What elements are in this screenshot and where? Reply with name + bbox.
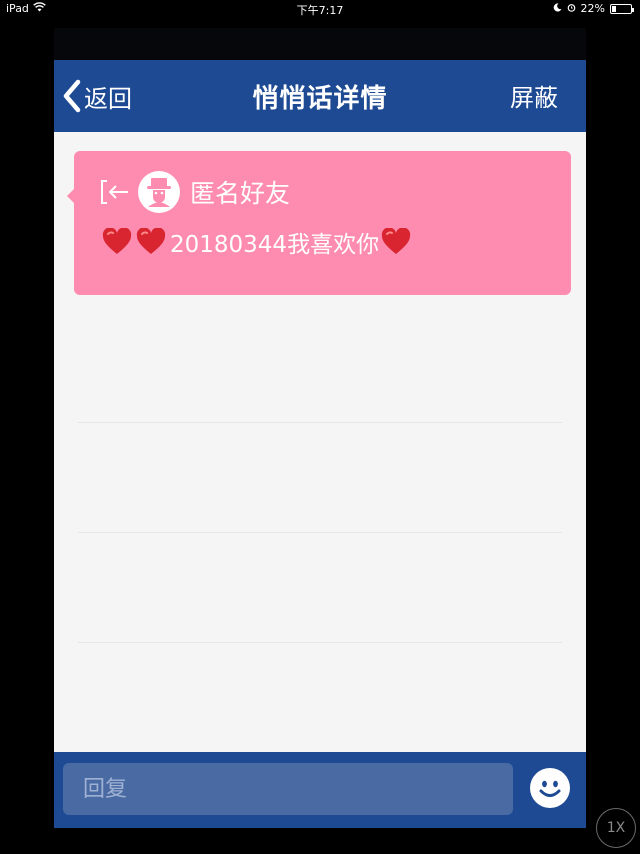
message-list: 匿名好友 20180344我喜欢你 — [54, 132, 586, 752]
divider — [78, 642, 562, 643]
anonymous-avatar-icon — [138, 171, 180, 213]
sender-name: 匿名好友 — [190, 179, 291, 208]
reply-input[interactable] — [63, 763, 513, 815]
smiley-icon — [530, 780, 570, 812]
message-content: 20180344我喜欢你 — [102, 225, 411, 259]
status-right: 22% — [553, 2, 634, 15]
moon-icon — [553, 2, 562, 15]
divider — [78, 422, 562, 423]
status-bar: iPad 下午7:17 22% — [0, 0, 640, 18]
heart-icon — [381, 227, 411, 256]
exit-arrow-icon — [98, 175, 132, 209]
emoji-button[interactable] — [530, 768, 570, 808]
block-button[interactable]: 屏蔽 — [510, 78, 558, 113]
nav-bar: 返回 悄悄话详情 屏蔽 — [54, 60, 586, 132]
heart-icon — [136, 227, 166, 256]
status-time: 下午7:17 — [296, 4, 344, 17]
alarm-icon — [567, 2, 576, 15]
heart-icon — [102, 227, 132, 256]
page-title: 悄悄话详情 — [252, 84, 388, 114]
message-text: 20180344我喜欢你 — [170, 232, 380, 258]
message-header: 匿名好友 — [98, 171, 290, 213]
battery-icon — [610, 3, 634, 14]
battery-percent: 22% — [580, 2, 605, 15]
app-window: 返回 悄悄话详情 屏蔽 匿名好友 20180344我喜欢你 回复 — [54, 60, 586, 828]
reply-bar — [54, 752, 586, 828]
zoom-button[interactable]: 1X — [596, 808, 636, 848]
divider — [78, 532, 562, 533]
message-bubble[interactable]: 匿名好友 20180344我喜欢你 — [67, 151, 571, 295]
